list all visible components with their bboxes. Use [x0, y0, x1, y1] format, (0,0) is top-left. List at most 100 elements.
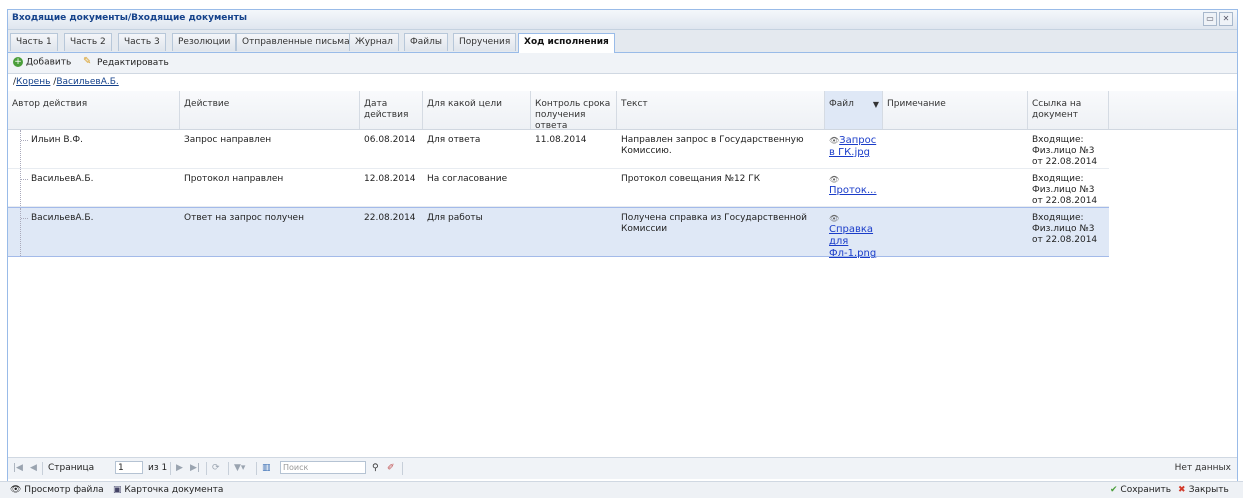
close-button[interactable]: ✖ Закрыть	[1178, 485, 1229, 495]
add-button[interactable]: + Добавить	[13, 57, 71, 68]
save-label: Сохранить	[1120, 485, 1172, 495]
cell-link[interactable]: Входящие: Физ.лицо №3 от 22.08.2014	[1032, 174, 1104, 207]
cell-text: Направлен запрос в Государственную Комис…	[621, 135, 804, 156]
col-file-label: Файл	[829, 99, 854, 109]
file-link[interactable]: Проток...	[829, 185, 877, 196]
tab-files[interactable]: Файлы	[404, 33, 448, 51]
table-row-selected[interactable]: ВасильевА.Б. Ответ на запрос получен 22.…	[8, 207, 1109, 260]
columns-icon[interactable]: ▥	[262, 463, 271, 473]
close-label: Закрыть	[1188, 485, 1229, 495]
first-page-icon[interactable]: |◀	[13, 463, 23, 473]
cell-action: Запрос направлен	[184, 135, 272, 145]
save-button[interactable]: ✔ Сохранить	[1110, 485, 1171, 495]
cell-date: 22.08.2014	[364, 213, 416, 223]
tab-assignments[interactable]: Поручения	[453, 33, 517, 51]
tree-connector	[21, 179, 28, 180]
breadcrumb-current[interactable]: ВасильевА.Б.	[56, 77, 118, 87]
pager-divider	[228, 462, 229, 475]
check-icon: ✔	[1110, 485, 1121, 495]
cell-text: Получена справка из Государственной Коми…	[621, 213, 808, 234]
cell-purpose: Для работы	[427, 213, 483, 223]
eye-icon[interactable]: 👁	[829, 213, 879, 224]
filter-icon[interactable]: ▼▾	[234, 463, 245, 473]
eye-icon[interactable]: 👁	[829, 136, 839, 145]
tab-strip: Часть 1 Часть 2 Часть 3 Резолюции Отправ…	[8, 30, 1237, 53]
tab-part-3[interactable]: Часть 3	[118, 33, 166, 51]
col-date[interactable]: Дата действия	[360, 91, 423, 129]
column-menu-icon[interactable]: ▼	[873, 99, 879, 110]
tab-sent-letters[interactable]: Отправленные письма	[236, 33, 356, 51]
eye-icon[interactable]: 👁	[829, 174, 879, 185]
page-label: Страница	[48, 463, 95, 473]
card-icon: ▣	[113, 485, 125, 495]
tree-line	[20, 169, 22, 206]
tree-connector	[21, 218, 28, 219]
eye-icon: 👁	[10, 485, 25, 495]
pager-status: Нет данных	[1174, 463, 1231, 473]
pager-divider	[170, 462, 171, 475]
cell-date: 12.08.2014	[364, 174, 416, 184]
close-icon[interactable]: ✕	[1219, 12, 1233, 26]
col-link-label: Ссылка на документ	[1032, 99, 1082, 120]
cell-date: 06.08.2014	[364, 135, 416, 145]
window-title: Входящие документы/Входящие документы	[12, 13, 247, 23]
window-buttons: ▭ ✕	[1201, 12, 1233, 26]
cell-action: Протокол направлен	[184, 174, 284, 184]
tab-execution[interactable]: Ход исполнения	[518, 33, 615, 53]
close-icon: ✖	[1178, 485, 1189, 495]
cell-action: Ответ на запрос получен	[184, 213, 304, 223]
cell-link[interactable]: Входящие: Физ.лицо №3 от 22.08.2014	[1032, 135, 1104, 168]
view-file-label: Просмотр файла	[24, 485, 104, 495]
view-file-button[interactable]: 👁 Просмотр файла	[10, 485, 104, 495]
file-link[interactable]: Справка для Фл-1.png	[829, 224, 876, 259]
tree-line	[20, 208, 22, 256]
add-label: Добавить	[26, 57, 72, 68]
doc-card-button[interactable]: ▣ Карточка документа	[113, 485, 223, 495]
col-author[interactable]: Автор действия	[8, 91, 180, 129]
cell-purpose: Для ответа	[427, 135, 481, 145]
breadcrumb-root[interactable]: Корень	[16, 77, 50, 87]
col-text[interactable]: Текст	[617, 91, 825, 129]
tab-part-1[interactable]: Часть 1	[10, 33, 58, 51]
tree-connector	[21, 140, 28, 141]
cell-file: 👁 Справка для Фл-1.png	[829, 213, 879, 260]
col-purpose[interactable]: Для какой цели	[423, 91, 531, 129]
col-control[interactable]: Контроль срока получения ответа	[531, 91, 617, 131]
pencil-icon: ✎	[83, 56, 92, 67]
pager-divider	[402, 462, 403, 475]
tab-resolutions[interactable]: Резолюции	[172, 33, 237, 51]
cell-file: 👁Запрос в ГК.jpg	[829, 135, 879, 159]
pager-divider	[42, 462, 43, 475]
table-row[interactable]: Ильин В.Ф. Запрос направлен 06.08.2014 Д…	[8, 130, 1109, 169]
refresh-icon[interactable]: ⟳	[212, 463, 220, 473]
tab-journal[interactable]: Журнал	[349, 33, 399, 51]
restore-icon[interactable]: ▭	[1203, 12, 1217, 26]
col-note[interactable]: Примечание	[883, 91, 1028, 129]
cell-author: ВасильевА.Б.	[31, 213, 94, 223]
table-row[interactable]: ВасильевА.Б. Протокол направлен 12.08.20…	[8, 169, 1109, 207]
tree-line	[20, 130, 22, 168]
prev-page-icon[interactable]: ◀	[30, 463, 37, 473]
cell-link[interactable]: Входящие: Физ.лицо №3 от 22.08.2014	[1032, 213, 1104, 246]
col-link[interactable]: Ссылка на документ	[1028, 91, 1109, 129]
execution-panel: Входящие документы/Входящие документы ▭ ✕…	[7, 9, 1238, 482]
pager-divider	[256, 462, 257, 475]
col-file[interactable]: Файл ▼	[825, 91, 883, 129]
eraser-icon[interactable]: ✐	[387, 463, 395, 473]
col-action[interactable]: Действие	[180, 91, 360, 129]
last-page-icon[interactable]: ▶|	[190, 463, 200, 473]
page-input[interactable]: 1	[115, 461, 143, 474]
edit-button[interactable]: ✎ Редактировать	[83, 56, 169, 69]
search-input[interactable]: Поиск	[280, 461, 366, 474]
binoculars-icon[interactable]: ⚲	[372, 463, 379, 473]
col-date-label: Дата действия	[364, 99, 409, 120]
edit-label: Редактировать	[97, 58, 169, 68]
pager-divider	[206, 462, 207, 475]
add-icon: +	[13, 57, 23, 67]
cell-author: Ильин В.Ф.	[31, 135, 84, 145]
cell-purpose: На согласование	[427, 174, 508, 184]
grid-header: Автор действия Действие Дата действия Дл…	[8, 91, 1237, 131]
next-page-icon[interactable]: ▶	[176, 463, 183, 473]
cell-text: Протокол совещания №12 ГК	[621, 174, 761, 184]
tab-part-2[interactable]: Часть 2	[64, 33, 112, 51]
